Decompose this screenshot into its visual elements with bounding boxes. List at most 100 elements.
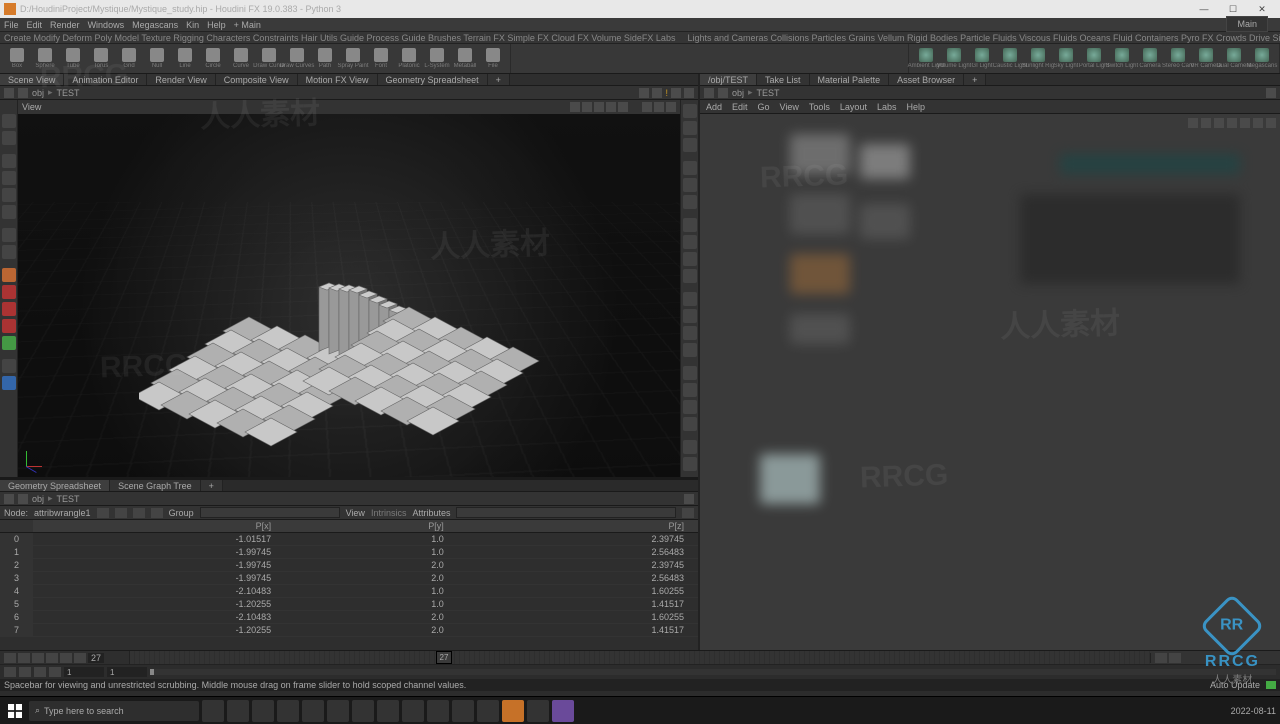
item-megascans[interactable]: Megascans <box>132 20 178 30</box>
tab-geometry-spreadsheet[interactable]: Geometry Spreadsheet <box>378 74 488 85</box>
shelf-volume-light[interactable]: Volume Light <box>940 46 968 72</box>
shelf-stereo-cam[interactable]: Stereo Cam <box>1164 46 1192 72</box>
star-icon[interactable] <box>639 88 649 98</box>
tab-render-view[interactable]: Render View <box>147 74 215 85</box>
link-icon[interactable] <box>683 138 697 152</box>
minimize-button[interactable]: — <box>1190 1 1218 17</box>
table-row[interactable]: 4-2.104831.01.60255 <box>0 585 698 598</box>
table-row[interactable]: 2-1.997452.02.39745 <box>0 559 698 572</box>
taskbar-houdini[interactable] <box>502 700 524 722</box>
handle-tool[interactable] <box>2 154 16 168</box>
attrs-field[interactable] <box>456 507 676 518</box>
shelf-file[interactable]: File <box>479 46 507 72</box>
scale-tool[interactable] <box>2 205 16 219</box>
item-windows[interactable]: Windows <box>88 20 125 30</box>
item-kin[interactable]: Kin <box>186 20 199 30</box>
material-icon[interactable] <box>683 252 697 266</box>
select-tool[interactable] <box>2 114 16 128</box>
max-pane-icon[interactable] <box>684 88 694 98</box>
item-render[interactable]: Render <box>50 20 80 30</box>
fwd-icon[interactable] <box>18 494 28 504</box>
shelf-sky-light[interactable]: Sky Light <box>1052 46 1080 72</box>
play-rev-button[interactable] <box>32 653 44 663</box>
vert-class-icon[interactable] <box>115 508 127 518</box>
shelf-portal-light[interactable]: Portal Light <box>1080 46 1108 72</box>
sel-vert-icon[interactable] <box>618 102 628 112</box>
group-field[interactable] <box>200 507 340 518</box>
item-add[interactable]: Add <box>706 102 722 112</box>
tab-motion-fx-view[interactable]: Motion FX View <box>298 74 378 85</box>
taskbar-app-3[interactable] <box>302 700 324 722</box>
vis-icon[interactable] <box>2 376 16 390</box>
tab-scene-graph-tree[interactable]: Scene Graph Tree <box>110 480 201 491</box>
tab-composite-view[interactable]: Composite View <box>216 74 298 85</box>
pt-disp-icon[interactable] <box>683 292 697 306</box>
global-icon[interactable] <box>49 667 61 677</box>
shelf-torus[interactable]: Torus <box>87 46 115 72</box>
tab--obj-test[interactable]: /obj/TEST <box>700 74 757 85</box>
tab-animation-editor[interactable]: Animation Editor <box>64 74 147 85</box>
taskbar-app-6[interactable] <box>377 700 399 722</box>
range-lock-icon[interactable] <box>1155 653 1167 663</box>
key-icon[interactable] <box>1169 653 1181 663</box>
taskbar-app-7[interactable] <box>402 700 424 722</box>
item-tools[interactable]: Tools <box>809 102 830 112</box>
shade-toggle-icon[interactable] <box>683 235 697 249</box>
snap-point-icon[interactable] <box>2 319 16 333</box>
snap-grid-icon[interactable] <box>2 285 16 299</box>
item-file[interactable]: File <box>4 20 19 30</box>
audio-icon[interactable] <box>19 667 31 677</box>
shelf-path[interactable]: Path <box>311 46 339 72</box>
loop-icon[interactable] <box>34 667 46 677</box>
shelf-sunlight-rig[interactable]: Sunlight Rig <box>1024 46 1052 72</box>
sel-pt-icon[interactable] <box>582 102 592 112</box>
cam-icon[interactable] <box>683 161 697 175</box>
taskbar-app-8[interactable] <box>427 700 449 722</box>
pt-class-icon[interactable] <box>97 508 109 518</box>
spreadsheet-table[interactable]: P[x]P[y]P[z]0-1.015171.02.397451-1.99745… <box>0 520 698 650</box>
xray-icon[interactable] <box>683 269 697 283</box>
taskbar-app-9[interactable] <box>452 700 474 722</box>
lasso-tool[interactable] <box>2 131 16 145</box>
fwd-icon[interactable] <box>718 88 728 98</box>
snap-prim-icon[interactable] <box>2 302 16 316</box>
disp-opt-icon[interactable] <box>683 104 697 118</box>
wire-icon[interactable] <box>654 102 664 112</box>
table-row[interactable]: 3-1.997452.02.56483 <box>0 572 698 585</box>
shelf-spray-paint[interactable]: Spray Paint <box>339 46 367 72</box>
crumb-level[interactable]: obj <box>32 88 44 98</box>
table-row[interactable]: 0-1.015171.02.39745 <box>0 533 698 546</box>
item-help[interactable]: Help <box>207 20 226 30</box>
table-row[interactable]: 5-1.202551.01.41517 <box>0 598 698 611</box>
shelf-switch-light[interactable]: Switch Light <box>1108 46 1136 72</box>
fwd-icon[interactable] <box>18 88 28 98</box>
table-row[interactable]: 1-1.997451.02.56483 <box>0 546 698 559</box>
shelf-font[interactable]: Font <box>367 46 395 72</box>
intrinsics-label[interactable]: Intrinsics <box>371 508 407 518</box>
snap-multi-icon[interactable] <box>2 336 16 350</box>
first-frame-button[interactable] <box>4 653 16 663</box>
item-layout[interactable]: Layout <box>840 102 867 112</box>
table-row[interactable]: 6-2.104832.01.60255 <box>0 611 698 624</box>
tab-asset-browser[interactable]: Asset Browser <box>889 74 964 85</box>
hq-icon[interactable] <box>683 195 697 209</box>
taskbar-chrome[interactable] <box>277 700 299 722</box>
tab-scene-view[interactable]: Scene View <box>0 74 64 85</box>
normals-icon[interactable] <box>683 326 697 340</box>
range-start[interactable]: 1 <box>64 667 104 677</box>
shelf-platonic[interactable]: Platonic <box>395 46 423 72</box>
taskbar-app-2[interactable] <box>252 700 274 722</box>
shelf-l-system[interactable]: L-System <box>423 46 451 72</box>
item-edit[interactable]: Edit <box>27 20 43 30</box>
back-icon[interactable] <box>4 88 14 98</box>
taskbar-app-4[interactable] <box>327 700 349 722</box>
detail-class-icon[interactable] <box>151 508 163 518</box>
shelf-circle[interactable]: Circle <box>199 46 227 72</box>
item-view[interactable]: View <box>780 102 799 112</box>
render-icon[interactable] <box>652 88 662 98</box>
shelf-null[interactable]: Null <box>143 46 171 72</box>
shelf-grid[interactable]: Grid <box>115 46 143 72</box>
sel-prim-icon[interactable] <box>606 102 616 112</box>
sel-obj-icon[interactable] <box>570 102 580 112</box>
range-end[interactable]: 1 <box>107 667 147 677</box>
